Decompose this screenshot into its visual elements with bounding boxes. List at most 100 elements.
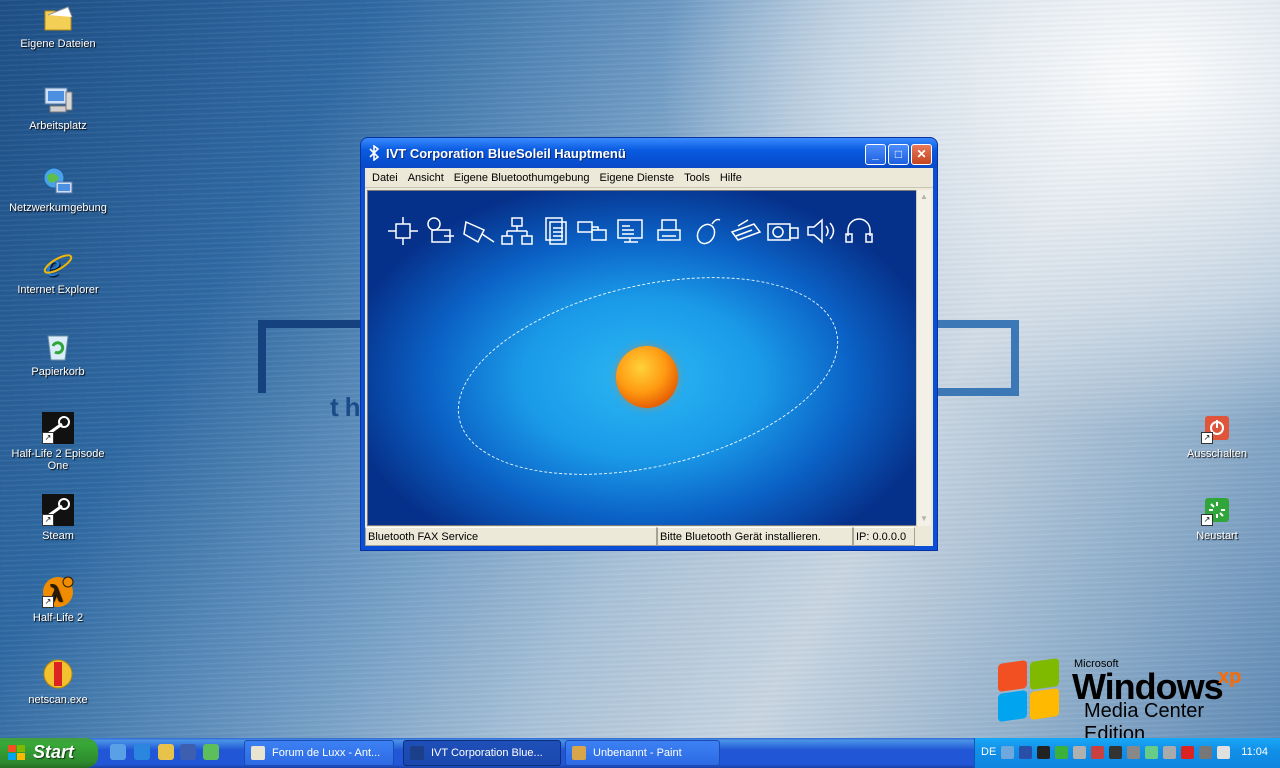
tray-bluetooth-icon[interactable]	[1019, 746, 1032, 759]
tray-network-icon[interactable]	[1073, 746, 1086, 759]
tray-green-icon[interactable]	[1055, 746, 1068, 759]
computer-icon	[42, 84, 74, 116]
restart-icon: ↗	[1201, 494, 1233, 526]
desktop-icon-label: Steam	[42, 530, 74, 542]
close-button[interactable]: ✕	[911, 144, 932, 165]
task-paint[interactable]: Unbenannt - Paint	[565, 740, 720, 766]
bluetooth-device-view[interactable]	[367, 190, 917, 526]
menu-ansicht[interactable]: Ansicht	[403, 172, 449, 184]
window-title: IVT Corporation BlueSoleil Hauptmenü	[386, 146, 626, 161]
desktop-icon-label: Internet Explorer	[17, 284, 99, 296]
tray-monitor-icon[interactable]	[1109, 746, 1122, 759]
desktop-icon-netscan[interactable]: netscan.exe	[0, 658, 116, 706]
network-access-icon[interactable]	[386, 216, 420, 246]
local-device-orb[interactable]	[616, 346, 678, 408]
desktop-icon-my-documents[interactable]: Eigene Dateien	[0, 2, 116, 50]
steam-icon: ↗	[42, 412, 74, 444]
desktop-icon-label: Papierkorb	[31, 366, 85, 378]
task-forum-luxx[interactable]: Forum de Luxx - Ant...	[244, 740, 394, 766]
scroll-down-icon[interactable]: ▼	[918, 512, 930, 526]
tray-usb-icon[interactable]	[1199, 746, 1212, 759]
file-transfer-icon[interactable]	[538, 216, 572, 246]
pim-sync-icon[interactable]	[576, 216, 610, 246]
bluetooth-icon	[410, 746, 424, 760]
start-button[interactable]: Start	[0, 738, 98, 768]
menu-hilfe[interactable]: Hilfe	[715, 172, 747, 184]
menu-datei[interactable]: Datei	[367, 172, 403, 184]
status-message: Bitte Bluetooth Gerät installieren.	[657, 527, 853, 546]
close-icon: ✕	[916, 147, 927, 161]
desktop-icon-shutdown[interactable]: ↗ Ausschalten	[1159, 412, 1275, 460]
tray-cd-icon[interactable]	[1163, 746, 1176, 759]
status-bar: Bluetooth FAX Service Bitte Bluetooth Ge…	[365, 527, 933, 546]
quicklaunch-media-player-icon[interactable]	[180, 744, 196, 760]
dialup-icon[interactable]	[424, 216, 458, 246]
power-icon: ↗	[1201, 412, 1233, 444]
quicklaunch-clock-icon[interactable]	[158, 744, 174, 760]
shortcut-arrow-icon: ↗	[1201, 514, 1213, 526]
xp-brand-text: xp	[1218, 666, 1242, 688]
netscan-icon	[42, 658, 74, 690]
object-push-icon[interactable]	[614, 216, 648, 246]
fax-icon[interactable]	[728, 216, 762, 246]
shortcut-arrow-icon: ↗	[42, 514, 54, 526]
tray-wireless-icon[interactable]	[1217, 746, 1230, 759]
desktop-icon-label: Neustart	[1196, 530, 1238, 542]
desktop-icon-label: Ausschalten	[1187, 448, 1247, 460]
tray-steam-icon[interactable]	[1037, 746, 1050, 759]
menu-tools[interactable]: Tools	[679, 172, 715, 184]
printer-icon[interactable]	[652, 216, 686, 246]
desktop-icon-label: Half-Life 2	[32, 612, 84, 624]
tray-disk-icon[interactable]	[1127, 746, 1140, 759]
tray-antivirus-icon[interactable]	[1181, 746, 1194, 759]
bluesoleil-window[interactable]: IVT Corporation BlueSoleil Hauptmenü _ □…	[361, 138, 937, 550]
task-label: Unbenannt - Paint	[593, 747, 682, 759]
desktop-icon-label: Half-Life 2 Episode One	[11, 448, 105, 472]
menu-eigene-dienste[interactable]: Eigene Dienste	[595, 172, 680, 184]
menu-eigene-bluetoothumgebung[interactable]: Eigene Bluetoothumgebung	[449, 172, 595, 184]
headset-icon[interactable]	[842, 216, 876, 246]
serial-port-icon[interactable]	[462, 216, 496, 246]
lan-access-icon[interactable]	[500, 216, 534, 246]
paint-icon	[572, 746, 586, 760]
task-bluesoleil[interactable]: IVT Corporation Blue...	[403, 740, 561, 766]
scroll-up-icon[interactable]: ▲	[918, 190, 930, 204]
quicklaunch-browser-icon[interactable]	[134, 744, 150, 760]
menu-bar: Datei Ansicht Eigene Bluetoothumgebung E…	[365, 168, 933, 188]
task-label: IVT Corporation Blue...	[431, 747, 543, 759]
clock[interactable]: 11:04	[1241, 746, 1268, 758]
audio-gateway-icon[interactable]	[804, 216, 838, 246]
wallpaper-shape	[258, 320, 366, 393]
globe-computer-icon	[42, 166, 74, 198]
quicklaunch-desktop-icon[interactable]	[203, 744, 219, 760]
window-titlebar[interactable]: IVT Corporation BlueSoleil Hauptmenü _ □…	[361, 138, 937, 168]
desktop-icon-network[interactable]: Netzwerkumgebung	[0, 166, 116, 214]
minimize-button[interactable]: _	[865, 144, 886, 165]
desktop-icon-recycle-bin[interactable]: Papierkorb	[0, 330, 116, 378]
desktop-icon-internet-explorer[interactable]: e Internet Explorer	[0, 247, 116, 296]
language-indicator[interactable]: DE	[981, 746, 996, 758]
hid-icon[interactable]	[690, 216, 724, 246]
tray-network-disconnected-icon[interactable]	[1091, 746, 1104, 759]
desktop-icon-restart[interactable]: ↗ Neustart	[1159, 494, 1275, 542]
vertical-scrollbar[interactable]: ▲ ▼	[916, 190, 931, 526]
windows-xp-logo: Microsoft Windows xp Media Center Editio…	[996, 656, 1266, 745]
maximize-button[interactable]: □	[888, 144, 909, 165]
camera-icon[interactable]	[766, 216, 800, 246]
folder-icon	[42, 2, 74, 34]
tray-speaker-icon[interactable]	[1145, 746, 1158, 759]
desktop-icon-label: Netzwerkumgebung	[9, 202, 107, 214]
bluetooth-icon	[367, 144, 381, 162]
desktop-icon-my-computer[interactable]: Arbeitsplatz	[0, 84, 116, 132]
desktop-icon-hl2-episode-one[interactable]: ↗ Half-Life 2 Episode One	[0, 412, 116, 472]
task-label: Forum de Luxx - Ant...	[272, 747, 381, 759]
tray-arrow-icon[interactable]	[1001, 746, 1014, 759]
quicklaunch-ie-icon[interactable]	[110, 744, 126, 760]
status-ip: IP: 0.0.0.0	[853, 527, 915, 546]
recycle-bin-icon	[42, 330, 74, 362]
system-tray: DE 11:04	[974, 738, 1280, 768]
desktop-icon-steam[interactable]: ↗ Steam	[0, 494, 116, 542]
resize-grip-icon[interactable]	[915, 527, 933, 546]
desktop-icon-half-life-2[interactable]: λ ↗ Half-Life 2	[0, 576, 116, 624]
desktop-icon-label: Arbeitsplatz	[29, 120, 87, 132]
